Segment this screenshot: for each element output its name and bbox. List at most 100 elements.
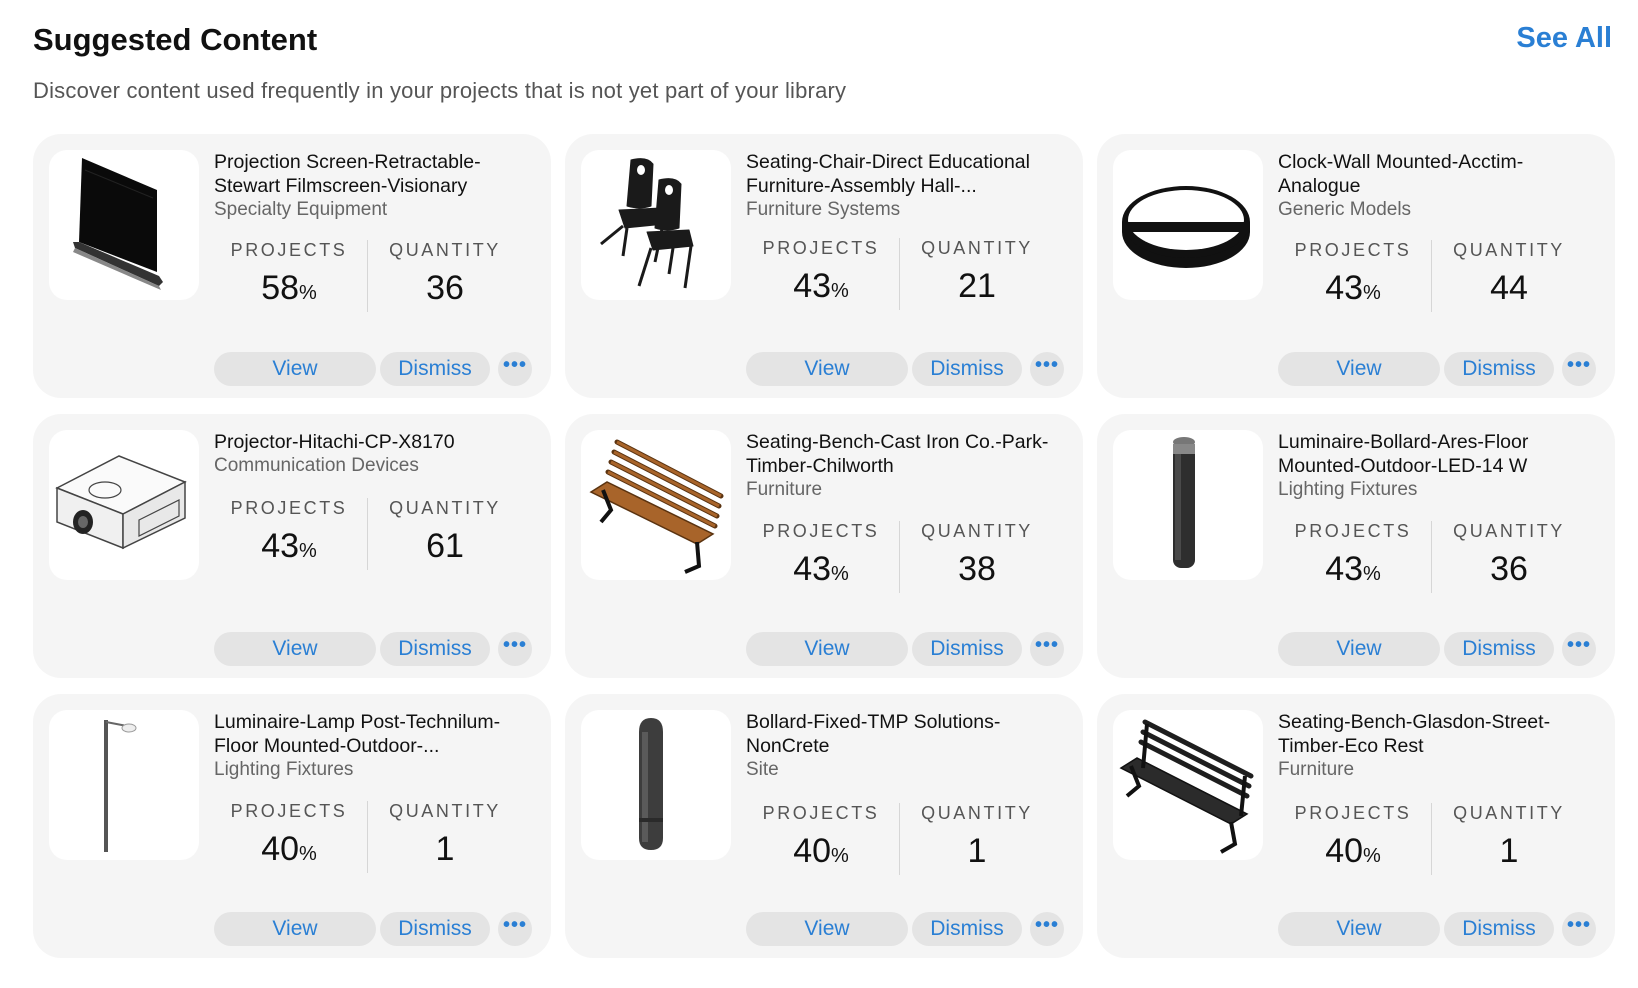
see-all-link[interactable]: See All	[1516, 22, 1612, 55]
dismiss-button[interactable]: Dismiss	[912, 912, 1022, 946]
projection-screen-icon	[49, 150, 199, 300]
view-button[interactable]: View	[746, 912, 908, 946]
stat-divider	[1431, 521, 1432, 593]
card-title: Luminaire-Lamp Post-Technilum-Floor Moun…	[214, 711, 501, 757]
ellipsis-icon: •••	[1034, 634, 1059, 656]
quantity-value: 21	[958, 267, 996, 305]
projects-value: 43%	[1325, 269, 1381, 307]
stat-divider	[1431, 240, 1432, 312]
ellipsis-icon: •••	[1566, 634, 1591, 656]
stat-divider	[367, 498, 368, 570]
lamp-post-icon	[49, 710, 199, 860]
stat-divider	[367, 801, 368, 873]
card-title: Clock-Wall Mounted-Acctim-Analogue	[1278, 151, 1524, 197]
card-category: Specialty Equipment	[214, 199, 388, 220]
content-card: Seating-Bench-Glasdon-Street-Timber-Eco …	[1097, 694, 1615, 958]
quantity-label: QUANTITY	[921, 238, 1033, 258]
stat-divider	[899, 521, 900, 593]
card-category: Generic Models	[1278, 199, 1412, 220]
projects-value: 40%	[793, 832, 849, 870]
dismiss-button[interactable]: Dismiss	[1444, 352, 1554, 386]
more-options-button[interactable]: •••	[1562, 352, 1596, 386]
more-options-button[interactable]: •••	[1030, 912, 1064, 946]
card-category: Furniture Systems	[746, 199, 901, 220]
content-card: Clock-Wall Mounted-Acctim-Analogue Gener…	[1097, 134, 1615, 398]
view-button[interactable]: View	[1278, 352, 1440, 386]
quantity-label: QUANTITY	[1453, 803, 1565, 823]
card-stats: PROJECTS 43% QUANTITY 38	[746, 521, 1052, 593]
dismiss-button[interactable]: Dismiss	[1444, 912, 1554, 946]
view-button[interactable]: View	[214, 352, 376, 386]
quantity-label: QUANTITY	[1453, 521, 1565, 541]
page-subtitle: Discover content used frequently in your…	[33, 78, 847, 103]
ellipsis-icon: •••	[502, 354, 527, 376]
more-options-button[interactable]: •••	[498, 912, 532, 946]
more-options-button[interactable]: •••	[498, 352, 532, 386]
projects-label: PROJECTS	[762, 803, 880, 823]
stat-divider	[899, 803, 900, 875]
card-title: Projector-Hitachi-CP-X8170	[214, 431, 455, 453]
wall-clock-icon	[1113, 150, 1263, 300]
view-button[interactable]: View	[746, 352, 908, 386]
card-stats: PROJECTS 40% QUANTITY 1	[1278, 803, 1584, 875]
quantity-label: QUANTITY	[389, 498, 501, 518]
card-category: Furniture	[1278, 759, 1355, 780]
card-title: Bollard-Fixed-TMP Solutions-NonCrete	[746, 711, 1001, 757]
content-card: Luminaire-Lamp Post-Technilum-Floor Moun…	[33, 694, 551, 958]
view-button[interactable]: View	[214, 632, 376, 666]
more-options-button[interactable]: •••	[498, 632, 532, 666]
projects-label: PROJECTS	[1294, 803, 1412, 823]
page-title: Suggested Content	[33, 22, 318, 57]
card-category: Site	[746, 759, 779, 780]
stat-divider	[1431, 803, 1432, 875]
dismiss-button[interactable]: Dismiss	[380, 632, 490, 666]
card-title: Projection Screen-Retractable-Stewart Fi…	[214, 151, 481, 197]
more-options-button[interactable]: •••	[1562, 912, 1596, 946]
view-button[interactable]: View	[1278, 632, 1440, 666]
led-bollard-icon	[1113, 430, 1263, 580]
more-options-button[interactable]: •••	[1030, 352, 1064, 386]
projects-label: PROJECTS	[230, 498, 348, 518]
content-card: Seating-Bench-Cast Iron Co.-Park-Timber-…	[565, 414, 1083, 678]
quantity-label: QUANTITY	[921, 521, 1033, 541]
stat-divider	[899, 238, 900, 310]
more-options-button[interactable]: •••	[1030, 632, 1064, 666]
dismiss-button[interactable]: Dismiss	[912, 632, 1022, 666]
content-card: Projector-Hitachi-CP-X8170 Communication…	[33, 414, 551, 678]
view-button[interactable]: View	[214, 912, 376, 946]
suggested-content-page: Suggested Content See All Discover conte…	[0, 0, 1638, 988]
quantity-value: 44	[1490, 269, 1528, 307]
street-bench-icon	[1113, 710, 1263, 860]
view-button[interactable]: View	[746, 632, 908, 666]
chairs-icon	[581, 150, 731, 300]
quantity-value: 1	[435, 830, 455, 868]
more-options-button[interactable]: •••	[1562, 632, 1596, 666]
card-stats: PROJECTS 58% QUANTITY 36	[214, 240, 520, 312]
dismiss-button[interactable]: Dismiss	[912, 352, 1022, 386]
quantity-label: QUANTITY	[389, 240, 501, 260]
ellipsis-icon: •••	[502, 634, 527, 656]
card-title: Seating-Bench-Cast Iron Co.-Park-Timber-…	[746, 431, 1049, 477]
content-card: Luminaire-Bollard-Ares-Floor Mounted-Out…	[1097, 414, 1615, 678]
ellipsis-icon: •••	[1034, 914, 1059, 936]
projects-label: PROJECTS	[762, 238, 880, 258]
card-category: Furniture	[746, 479, 823, 500]
quantity-value: 1	[967, 832, 987, 870]
dismiss-button[interactable]: Dismiss	[380, 352, 490, 386]
stat-divider	[367, 240, 368, 312]
content-card: Bollard-Fixed-TMP Solutions-NonCrete Sit…	[565, 694, 1083, 958]
projector-icon	[49, 430, 199, 580]
projects-value: 43%	[793, 550, 849, 588]
dismiss-button[interactable]: Dismiss	[1444, 632, 1554, 666]
view-button[interactable]: View	[1278, 912, 1440, 946]
dismiss-button[interactable]: Dismiss	[380, 912, 490, 946]
quantity-label: QUANTITY	[389, 801, 501, 821]
quantity-value: 36	[1490, 550, 1528, 588]
content-grid: Projection Screen-Retractable-Stewart Fi…	[33, 134, 1615, 958]
timber-bench-icon	[581, 430, 731, 580]
projects-value: 40%	[1325, 832, 1381, 870]
projects-label: PROJECTS	[1294, 240, 1412, 260]
quantity-label: QUANTITY	[921, 803, 1033, 823]
ellipsis-icon: •••	[1566, 914, 1591, 936]
card-title: Seating-Chair-Direct Educational Furnitu…	[746, 151, 1030, 197]
